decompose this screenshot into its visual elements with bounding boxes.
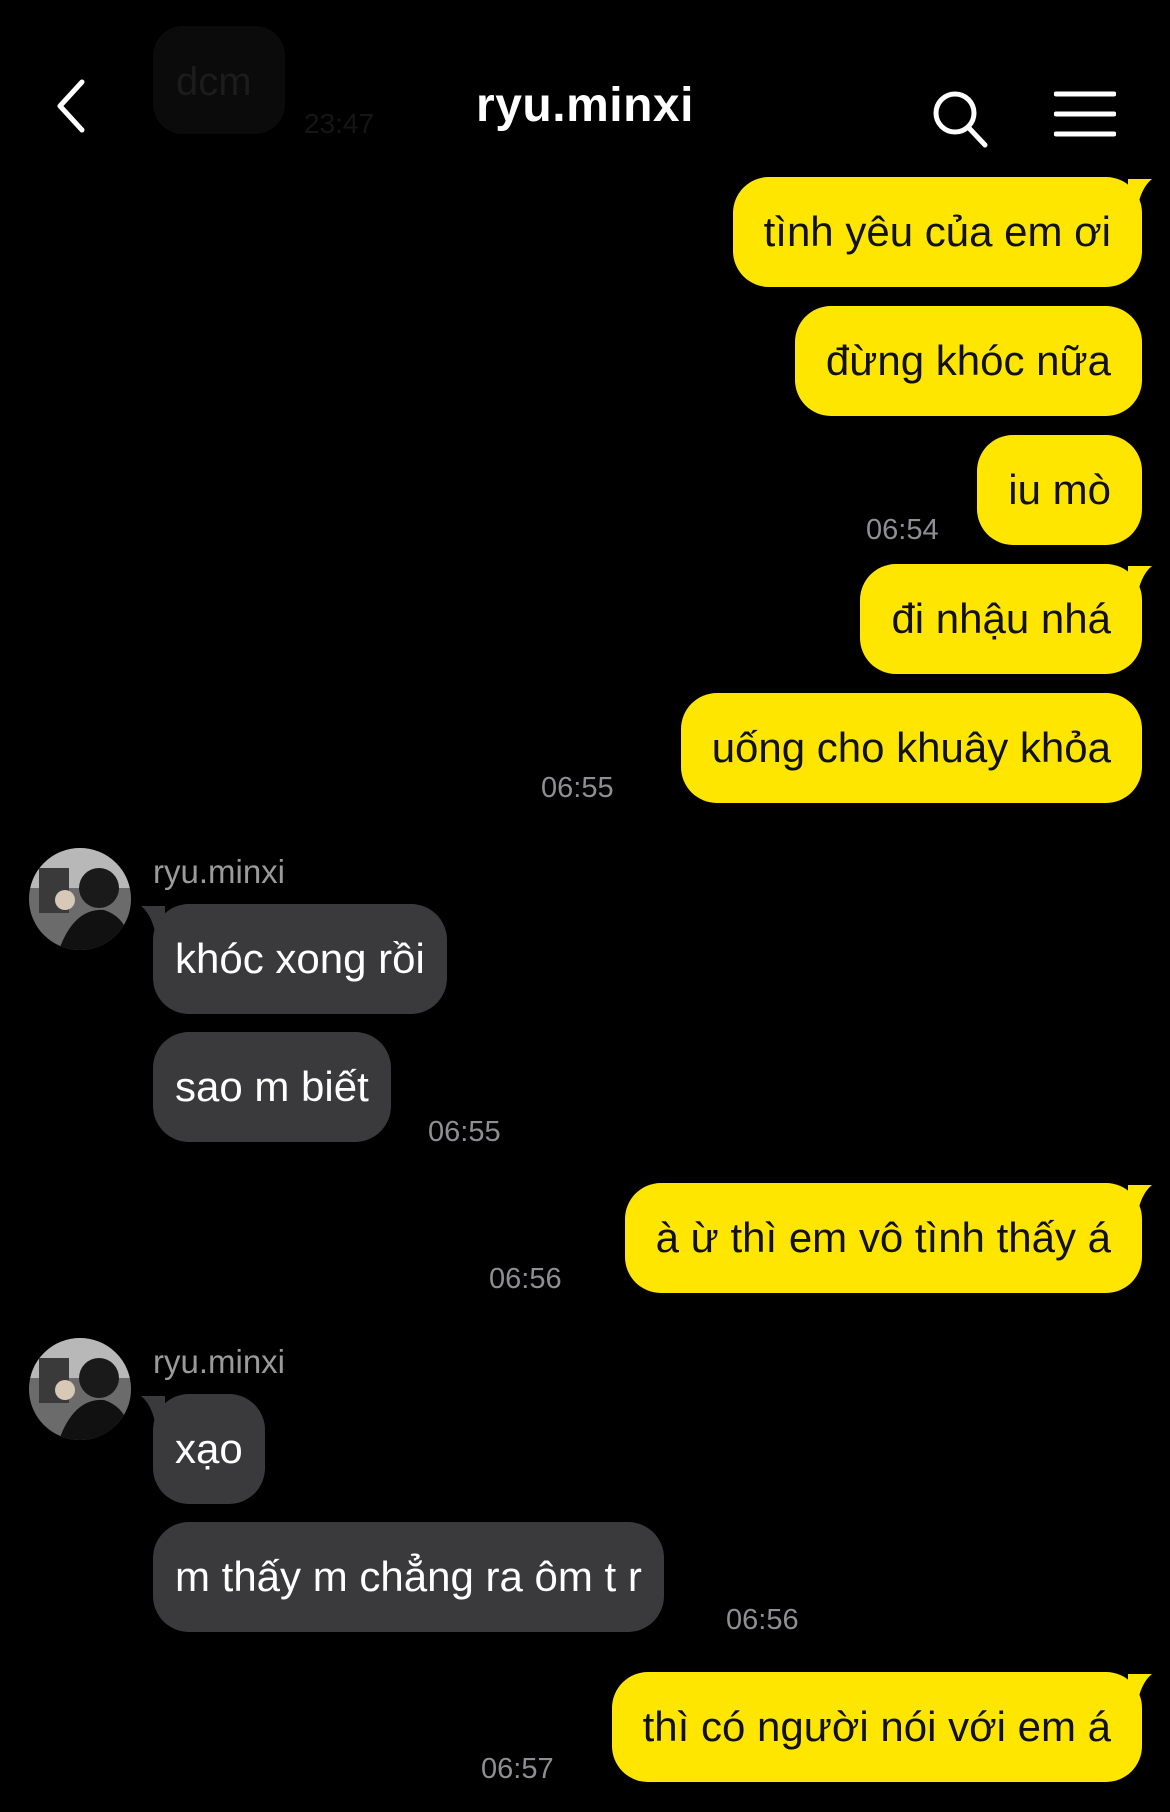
- message-timestamp: 06:56: [489, 1263, 562, 1295]
- message-timestamp: 06:54: [866, 514, 939, 546]
- message-timestamp: 06:55: [428, 1116, 501, 1148]
- avatar[interactable]: [29, 848, 131, 950]
- bubble-tail: [1128, 179, 1152, 205]
- hamburger-menu-icon[interactable]: [1054, 90, 1116, 138]
- message-timestamp: 06:57: [481, 1753, 554, 1785]
- bubble-tail: [1128, 566, 1152, 592]
- avatar-photo: [29, 1338, 131, 1440]
- outgoing-message-bubble[interactable]: thì có người nói với em á: [611, 1672, 1142, 1782]
- avatar-photo: [29, 848, 131, 950]
- message-timestamp: 06:55: [541, 772, 614, 804]
- outgoing-message-bubble[interactable]: đừng khóc nữa: [794, 306, 1142, 416]
- incoming-message-bubble[interactable]: xạo: [153, 1394, 265, 1504]
- incoming-message-bubble[interactable]: khóc xong rồi: [153, 904, 447, 1014]
- outgoing-message-bubble[interactable]: uống cho khuây khỏa: [680, 693, 1142, 803]
- bubble-tail: [1128, 1185, 1152, 1211]
- incoming-message-bubble[interactable]: sao m biết: [153, 1032, 391, 1142]
- message-timestamp: 06:56: [726, 1604, 799, 1636]
- avatar[interactable]: [29, 1338, 131, 1440]
- incoming-message-bubble[interactable]: m thấy m chẳng ra ôm t r: [153, 1522, 664, 1632]
- search-icon[interactable]: [930, 88, 990, 150]
- outgoing-message-bubble[interactable]: đi nhậu nhá: [860, 564, 1142, 674]
- outgoing-message-bubble[interactable]: tình yêu của em ơi: [732, 177, 1142, 287]
- bubble-tail: [1128, 1674, 1152, 1700]
- outgoing-message-bubble[interactable]: à ừ thì em vô tình thấy á: [624, 1183, 1142, 1293]
- chat-title: ryu.minxi: [476, 79, 694, 132]
- sender-name: ryu.minxi: [153, 1343, 286, 1380]
- sender-name: ryu.minxi: [153, 853, 286, 890]
- outgoing-message-bubble[interactable]: iu mò: [977, 435, 1142, 545]
